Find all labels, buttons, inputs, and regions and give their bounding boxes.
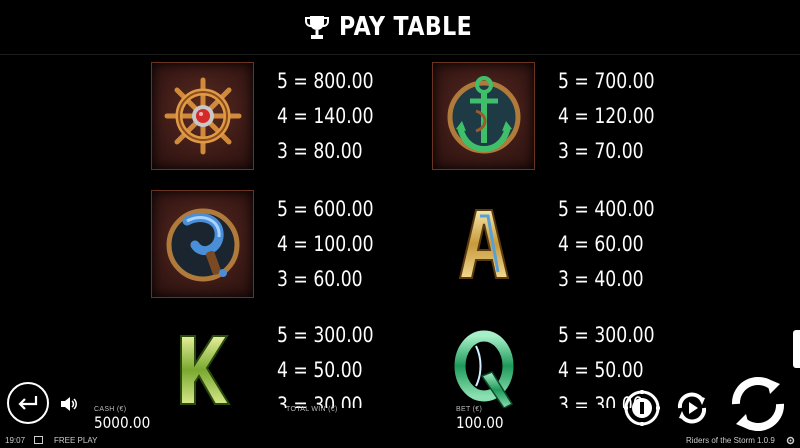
autoplay-button[interactable] (672, 388, 712, 428)
paytable-list[interactable]: 5 = 800.00 4 = 140.00 3 = 80.00 5 = 700.… (0, 56, 800, 408)
payout-4: 4 = 60.00 (558, 232, 644, 256)
bet-settings-button[interactable] (622, 388, 662, 428)
pay-entry-anchor: 5 = 700.00 4 = 120.00 3 = 70.00 (432, 56, 792, 176)
game-name: Riders of the Storm (686, 436, 755, 445)
bet-display: BET (€) 100.00 (456, 406, 512, 432)
play-mode: FREE PLAY (54, 436, 98, 445)
sound-toggle-button[interactable] (59, 394, 79, 414)
payout-4: 4 = 120.00 (558, 104, 655, 128)
spin-button[interactable] (728, 376, 788, 432)
payout-5: 5 = 800.00 (277, 69, 374, 93)
payout-3: 3 = 70.00 (558, 139, 644, 163)
payout-4: 4 = 100.00 (277, 232, 374, 256)
hook-icon (166, 208, 239, 282)
payout-5: 5 = 300.00 (558, 323, 655, 347)
payout-5: 5 = 300.00 (277, 323, 374, 347)
cash-label: CASH (€) (94, 406, 127, 413)
payout-lines: 5 = 700.00 4 = 120.00 3 = 70.00 (558, 64, 676, 169)
payout-lines: 5 = 400.00 4 = 60.00 3 = 40.00 (558, 192, 676, 297)
header-bar: PAY TABLE (0, 0, 800, 55)
payout-5: 5 = 700.00 (558, 69, 655, 93)
bet-label: BET (€) (456, 406, 483, 413)
payout-3: 3 = 40.00 (558, 267, 644, 291)
symbol-a (432, 190, 535, 298)
speaker-icon (61, 397, 77, 411)
total-win-display: TOTAL WIN (€) (286, 406, 338, 413)
back-button[interactable] (7, 382, 49, 424)
payout-3: 3 = 60.00 (277, 267, 363, 291)
settings-icon[interactable] (786, 436, 795, 447)
back-arrow-icon (18, 396, 38, 410)
payout-5: 5 = 400.00 (558, 197, 655, 221)
page-title: PAY TABLE (338, 12, 472, 42)
side-menu-handle[interactable] (793, 330, 800, 368)
clock: 19:07 (5, 436, 26, 445)
payout-3: 3 = 80.00 (277, 139, 363, 163)
anchor-icon (447, 76, 520, 154)
symbol-tile-hook (151, 190, 254, 298)
payout-lines: 5 = 800.00 4 = 140.00 3 = 80.00 (277, 64, 395, 169)
cash-display: CASH (€) 5000.00 (94, 406, 160, 432)
payout-4: 4 = 140.00 (277, 104, 374, 128)
symbol-tile-ship-wheel (151, 62, 254, 170)
status-strip: 19:07 FREE PLAY Riders of the Storm 1.0.… (0, 434, 800, 448)
payout-lines: 5 = 600.00 4 = 100.00 3 = 60.00 (277, 192, 395, 297)
total-win-label: TOTAL WIN (€) (286, 406, 338, 413)
letter-a-symbol (458, 209, 509, 279)
bet-value: 100.00 (456, 413, 504, 432)
cash-value: 5000.00 (94, 413, 151, 432)
header-title-group: PAY TABLE (304, 12, 496, 42)
version: 1.0.9 (757, 436, 775, 445)
autoplay-icon (677, 392, 707, 424)
ship-wheel-icon (164, 77, 241, 155)
menu-icon[interactable] (34, 436, 43, 444)
coin-stack-icon (624, 390, 660, 426)
pay-entry-a: 5 = 400.00 4 = 60.00 3 = 40.00 (432, 184, 792, 304)
spin-icon (732, 376, 784, 432)
symbol-tile-anchor (432, 62, 535, 170)
payout-5: 5 = 600.00 (277, 197, 374, 221)
trophy-icon (304, 14, 329, 40)
